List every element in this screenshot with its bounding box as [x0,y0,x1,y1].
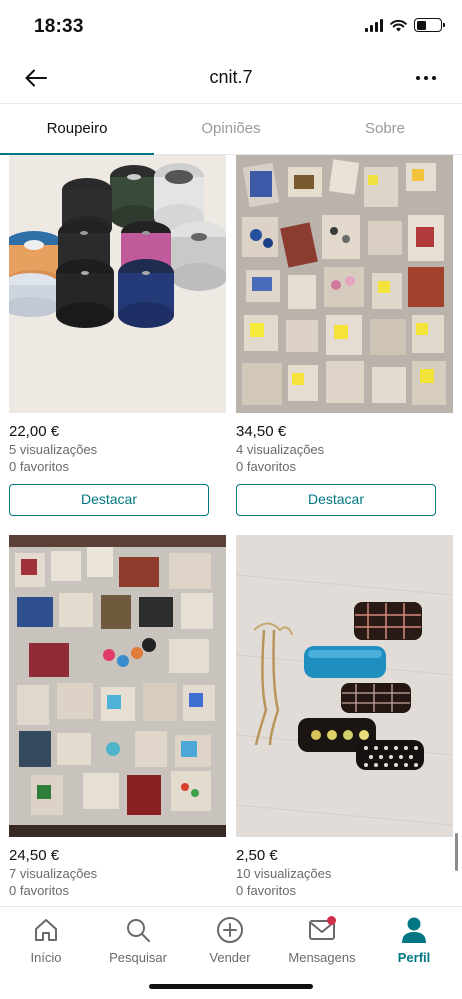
status-bar: 18:33 [0,0,462,54]
feature-button[interactable]: Destacar [236,484,436,516]
scrollbar[interactable] [455,833,458,871]
search-icon [127,919,150,942]
nav-label: Perfil [397,950,431,965]
nav-item-search[interactable]: Pesquisar [92,915,184,965]
notification-badge [327,916,336,925]
item-price: 24,50 € [9,847,60,864]
nav-item-profile[interactable]: Perfil [368,915,460,965]
nav-label: Pesquisar [109,950,167,965]
item-photo[interactable] [9,155,226,413]
item-favorites: 0 favoritos [9,883,69,898]
item-favorites: 0 favoritos [9,459,69,474]
header: cnit.7 [0,54,462,102]
item-photo[interactable] [236,155,453,413]
battery-icon [414,18,445,32]
item-views: 10 visualizações [236,866,332,881]
nav-label: Mensagens [288,950,356,965]
plus-circle-icon [217,917,243,943]
tab-roupeiro[interactable]: Roupeiro [0,104,154,155]
home-indicator [149,984,313,989]
status-icons [365,18,445,32]
more-options-button[interactable] [412,64,440,92]
wifi-icon [390,19,407,31]
feature-button[interactable]: Destacar [9,484,209,516]
tab-opinioes[interactable]: Opiniões [154,104,308,154]
item-card[interactable]: 24,50 € 7 visualizações 0 favoritos [9,535,226,899]
status-time: 18:33 [34,16,84,37]
item-price: 2,50 € [236,847,278,864]
tab-sobre[interactable]: Sobre [308,104,462,154]
item-price: 34,50 € [236,423,287,440]
home-icon [35,919,57,941]
nav-item-messages[interactable]: Mensagens [276,915,368,965]
item-favorites: 0 favoritos [236,459,296,474]
nav-item-sell[interactable]: Vender [184,915,276,965]
profile-tabs: Roupeiro Opiniões Sobre [0,103,462,155]
item-views: 4 visualizações [236,442,325,457]
item-card[interactable]: 22,00 € 5 visualizações 0 favoritos Dest… [9,155,226,516]
item-views: 5 visualizações [9,442,98,457]
nav-label: Início [30,950,62,965]
item-price: 22,00 € [9,423,60,440]
page-title: cnit.7 [209,67,253,87]
item-card[interactable]: 34,50 € 4 visualizações 0 favoritos Dest… [236,155,453,516]
nav-label: Vender [209,950,251,965]
item-photo[interactable] [9,535,226,837]
more-dots-icon [416,76,420,80]
profile-icon [402,917,426,943]
nav-item-home[interactable]: Início [0,915,92,965]
item-card[interactable]: 2,50 € 10 visualizações 0 favoritos [236,535,453,899]
item-photo[interactable] [236,535,453,837]
item-views: 7 visualizações [9,866,98,881]
item-favorites: 0 favoritos [236,883,296,898]
signal-icon [365,18,383,32]
